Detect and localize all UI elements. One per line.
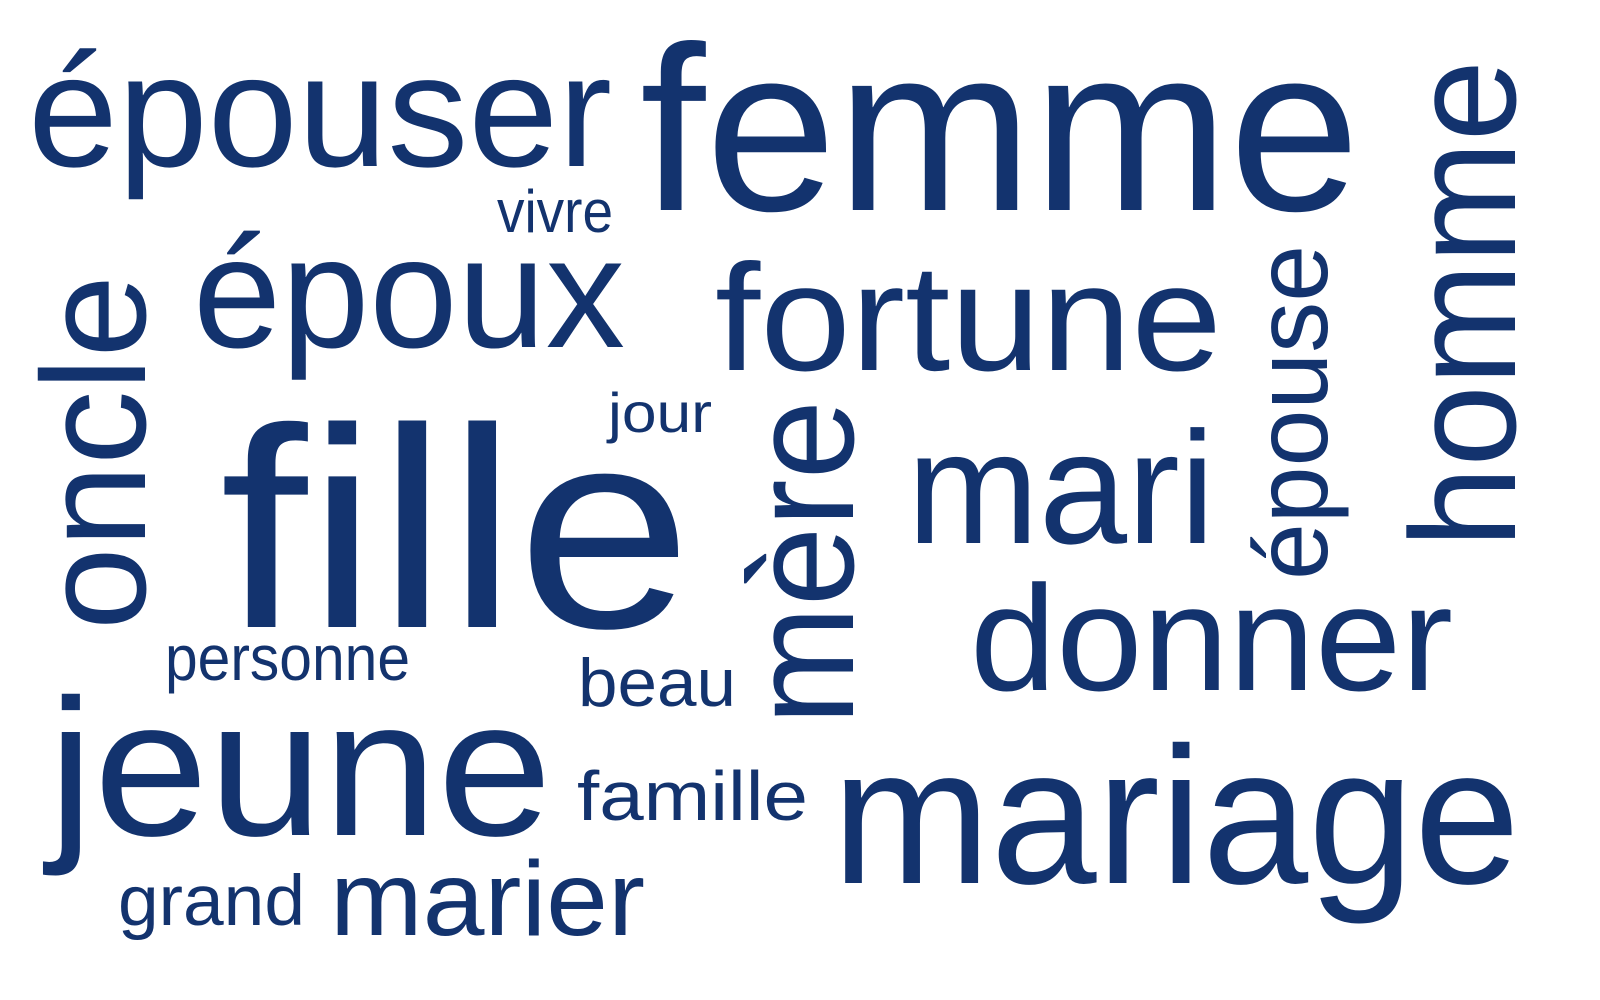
word-epouse: épouse <box>1234 245 1350 580</box>
word-grand: grand <box>118 862 305 941</box>
word-epouser: épouser <box>28 21 612 200</box>
word-mari: mari <box>907 398 1215 577</box>
word-mere: mère <box>720 400 885 725</box>
word-mariage: mariage <box>832 707 1520 925</box>
word-cloud: épouser femme vivre époux fortune oncle … <box>12 0 1547 958</box>
word-fortune: fortune <box>715 233 1222 403</box>
word-epoux: époux <box>193 205 625 381</box>
word-homme: homme <box>1379 60 1547 548</box>
word-femme: femme <box>640 0 1360 260</box>
word-oncle: oncle <box>12 275 177 630</box>
word-beau: beau <box>578 645 736 721</box>
word-donner: donner <box>970 554 1453 722</box>
word-famille: famille <box>577 757 808 835</box>
word-marier: marier <box>330 840 645 958</box>
